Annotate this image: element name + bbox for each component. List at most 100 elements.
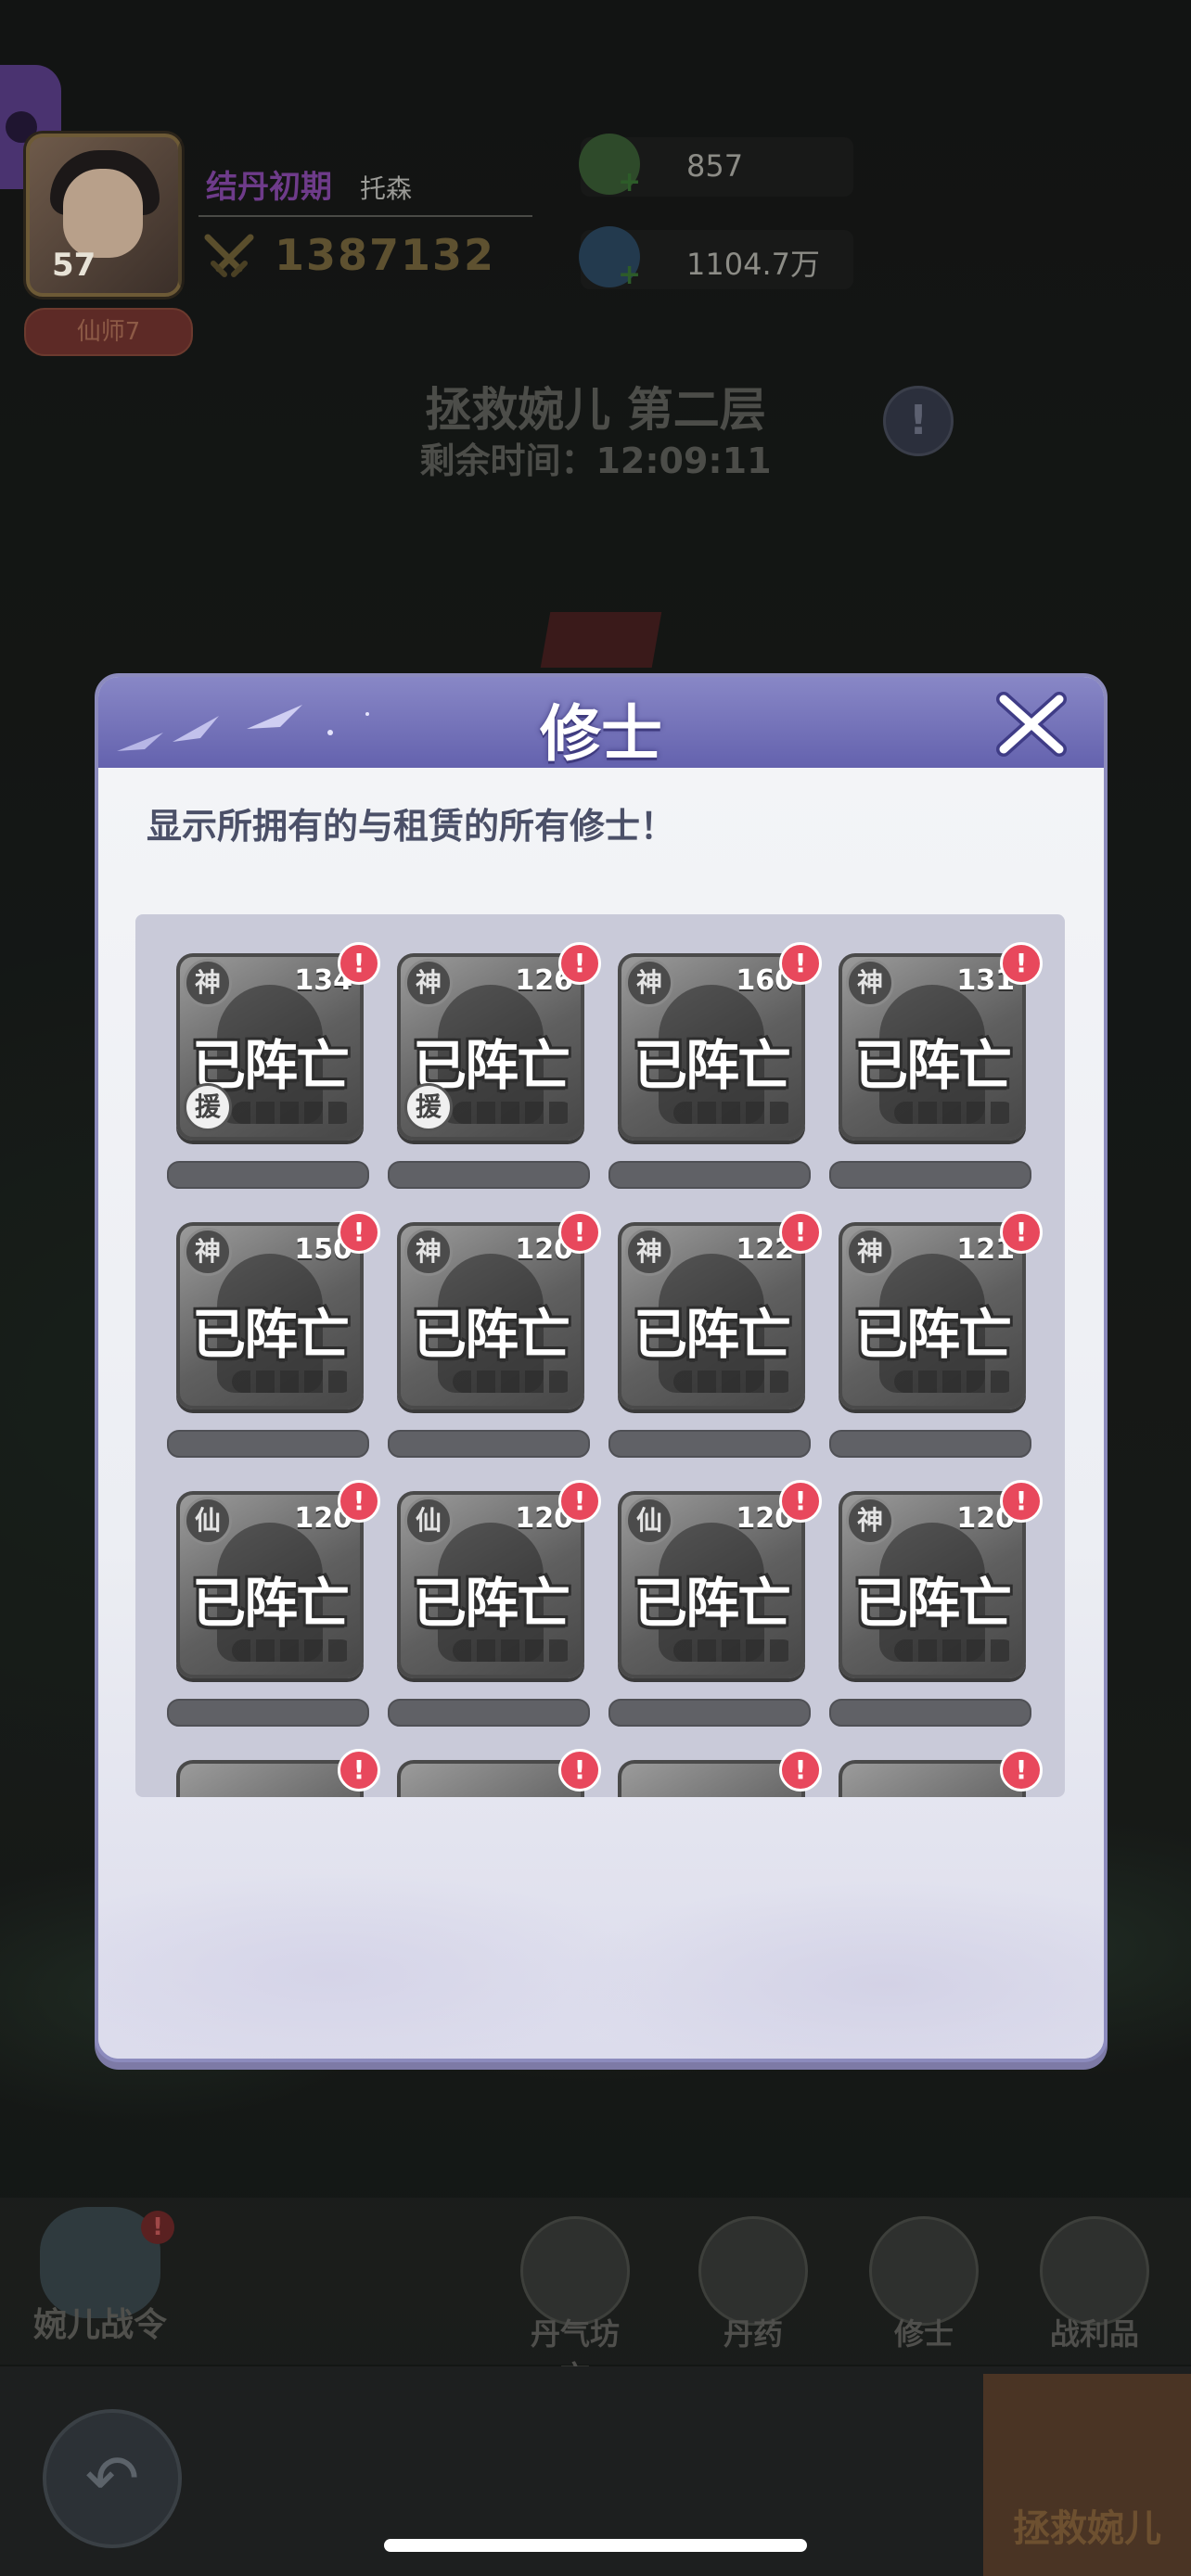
battle-pass-button[interactable]: 婉儿战令 ! — [26, 2207, 174, 2346]
tier-badge: 神 — [846, 1497, 894, 1545]
tier-badge: 神 — [625, 1228, 673, 1276]
alert-badge: ! — [1000, 1211, 1043, 1254]
nav-pill-elixir[interactable]: 丹药 — [698, 2216, 809, 2353]
nav-pill-loot[interactable]: 战利品 — [1039, 2216, 1150, 2353]
fallen-label: 已阵亡 — [633, 1303, 791, 1366]
tier-badge: 神 — [846, 1228, 894, 1276]
fallen-label: 已阵亡 — [412, 1572, 570, 1635]
back-button[interactable]: ↶ — [43, 2409, 182, 2548]
star-rating — [453, 1371, 573, 1393]
star-rating — [673, 1102, 794, 1124]
aid-badge: 援 — [404, 1083, 453, 1131]
add-jade-icon[interactable]: + — [618, 169, 642, 197]
cultivator-portrait: 仙 120 已阵亡 — [618, 1491, 805, 1678]
cultivator-portrait: 神 120 已阵亡 — [397, 1222, 584, 1409]
cultivator-portrait: 神 122 已阵亡 — [618, 1222, 805, 1409]
alert-badge: ! — [779, 942, 822, 985]
home-indicator[interactable] — [384, 2539, 807, 2552]
hp-bar — [829, 1699, 1031, 1727]
modal-mist-decoration — [98, 1790, 1104, 2059]
player-title-badge[interactable]: 仙师7 — [24, 308, 193, 356]
tier-badge: 仙 — [625, 1497, 673, 1545]
alert-badge: ! — [1000, 942, 1043, 985]
star-rating — [894, 1102, 1015, 1124]
back-arrow-icon: ↶ — [84, 2441, 140, 2517]
hp-bar — [829, 1430, 1031, 1458]
star-rating — [673, 1639, 794, 1662]
cultivator-portrait — [618, 1760, 805, 1797]
hp-bar — [829, 1161, 1031, 1189]
alert-badge: ! — [779, 1749, 822, 1792]
resource-jade[interactable]: + 857 — [579, 134, 853, 197]
avatar-face — [63, 169, 143, 258]
player-realm: 结丹初期 — [206, 169, 332, 206]
cultivators-modal: 修士 显示所拥有的与租赁的所有修士！ 神 134 已阵亡援! 神 126 已阵亡援! 神 16… — [95, 673, 1108, 2062]
rescue-button[interactable]: 拯救婉儿 — [983, 2374, 1191, 2576]
elixir-icon — [698, 2216, 808, 2326]
spirit-stone-value: 1104.7万 — [686, 247, 820, 282]
help-icon[interactable]: ! — [883, 386, 954, 456]
star-rating — [453, 1639, 573, 1662]
alert-badge: ! — [1000, 1749, 1043, 1792]
nav-label-cultivators: 修士 — [893, 2316, 954, 2352]
cultivator-grid: 神 134 已阵亡援! 神 126 已阵亡援! 神 160 已阵亡! 神 131 已阵亡! 神 150 已阵… — [135, 914, 1065, 1797]
star-rating — [232, 1371, 352, 1393]
hp-bar — [167, 1161, 369, 1189]
cultivator-portrait: 神 131 已阵亡 — [839, 953, 1026, 1141]
battle-pass-label: 婉儿战令 — [32, 2306, 167, 2344]
modal-subtitle: 显示所拥有的与租赁的所有修士！ — [147, 806, 676, 847]
tier-badge: 仙 — [404, 1497, 453, 1545]
fallen-label: 已阵亡 — [853, 1034, 1012, 1097]
resource-spirit-stone[interactable]: + 1104.7万 — [579, 226, 853, 289]
modal-title: 修士 — [540, 698, 662, 770]
cultivator-portrait: 神 160 已阵亡 — [618, 953, 805, 1141]
hp-bar — [388, 1430, 590, 1458]
hp-bar — [388, 1699, 590, 1727]
alert-badge: ! — [779, 1211, 822, 1254]
loot-bag-icon — [1040, 2216, 1149, 2326]
tier-badge: 神 — [184, 959, 232, 1007]
alert-badge: ! — [338, 1480, 380, 1523]
tier-badge: 神 — [846, 959, 894, 1007]
aid-badge: 援 — [184, 1083, 232, 1131]
stage-title: 拯救婉儿 第二层 — [425, 383, 766, 437]
cultivator-portrait — [397, 1760, 584, 1797]
tier-badge: 神 — [184, 1228, 232, 1276]
fallen-label: 已阵亡 — [853, 1303, 1012, 1366]
alert-badge: ! — [558, 1211, 601, 1254]
star-rating — [894, 1639, 1015, 1662]
cultivator-portrait: 仙 120 已阵亡 — [176, 1491, 364, 1678]
info-divider — [198, 215, 532, 217]
close-icon[interactable] — [994, 692, 1069, 757]
modal-header: 修士 — [98, 677, 1104, 770]
hp-bar — [388, 1161, 590, 1189]
nav-label-elixir: 丹药 — [723, 2316, 783, 2352]
hp-bar — [167, 1699, 369, 1727]
star-rating — [232, 1639, 352, 1662]
rescue-label: 拯救婉儿 — [1013, 2507, 1161, 2550]
fallen-label: 已阵亡 — [853, 1572, 1012, 1635]
fallen-label: 已阵亡 — [412, 1303, 570, 1366]
alert-badge: ! — [338, 1749, 380, 1792]
tier-badge: 神 — [404, 959, 453, 1007]
star-rating — [232, 1102, 352, 1124]
nav-pill-cultivators[interactable]: 修士 — [868, 2216, 980, 2353]
player-avatar[interactable]: 57 — [26, 134, 182, 297]
cultivator-portrait: 神 126 已阵亡援 — [397, 953, 584, 1141]
alert-badge: ! — [558, 1749, 601, 1792]
fallen-label: 已阵亡 — [633, 1572, 791, 1635]
fallen-label: 已阵亡 — [633, 1034, 791, 1097]
cultivator-portrait — [176, 1760, 364, 1797]
fallen-label: 已阵亡 — [191, 1303, 350, 1366]
hp-bar — [167, 1430, 369, 1458]
cultivator-portrait — [839, 1760, 1026, 1797]
market-icon — [520, 2216, 630, 2326]
cultivator-portrait: 神 150 已阵亡 — [176, 1222, 364, 1409]
alert-badge: ! — [338, 1211, 380, 1254]
tier-badge: 神 — [625, 959, 673, 1007]
star-rating — [894, 1371, 1015, 1393]
add-spirit-stone-icon[interactable]: + — [618, 261, 642, 289]
alert-badge: ! — [558, 1480, 601, 1523]
tier-badge: 神 — [404, 1228, 453, 1276]
crossed-swords-icon — [204, 234, 254, 277]
